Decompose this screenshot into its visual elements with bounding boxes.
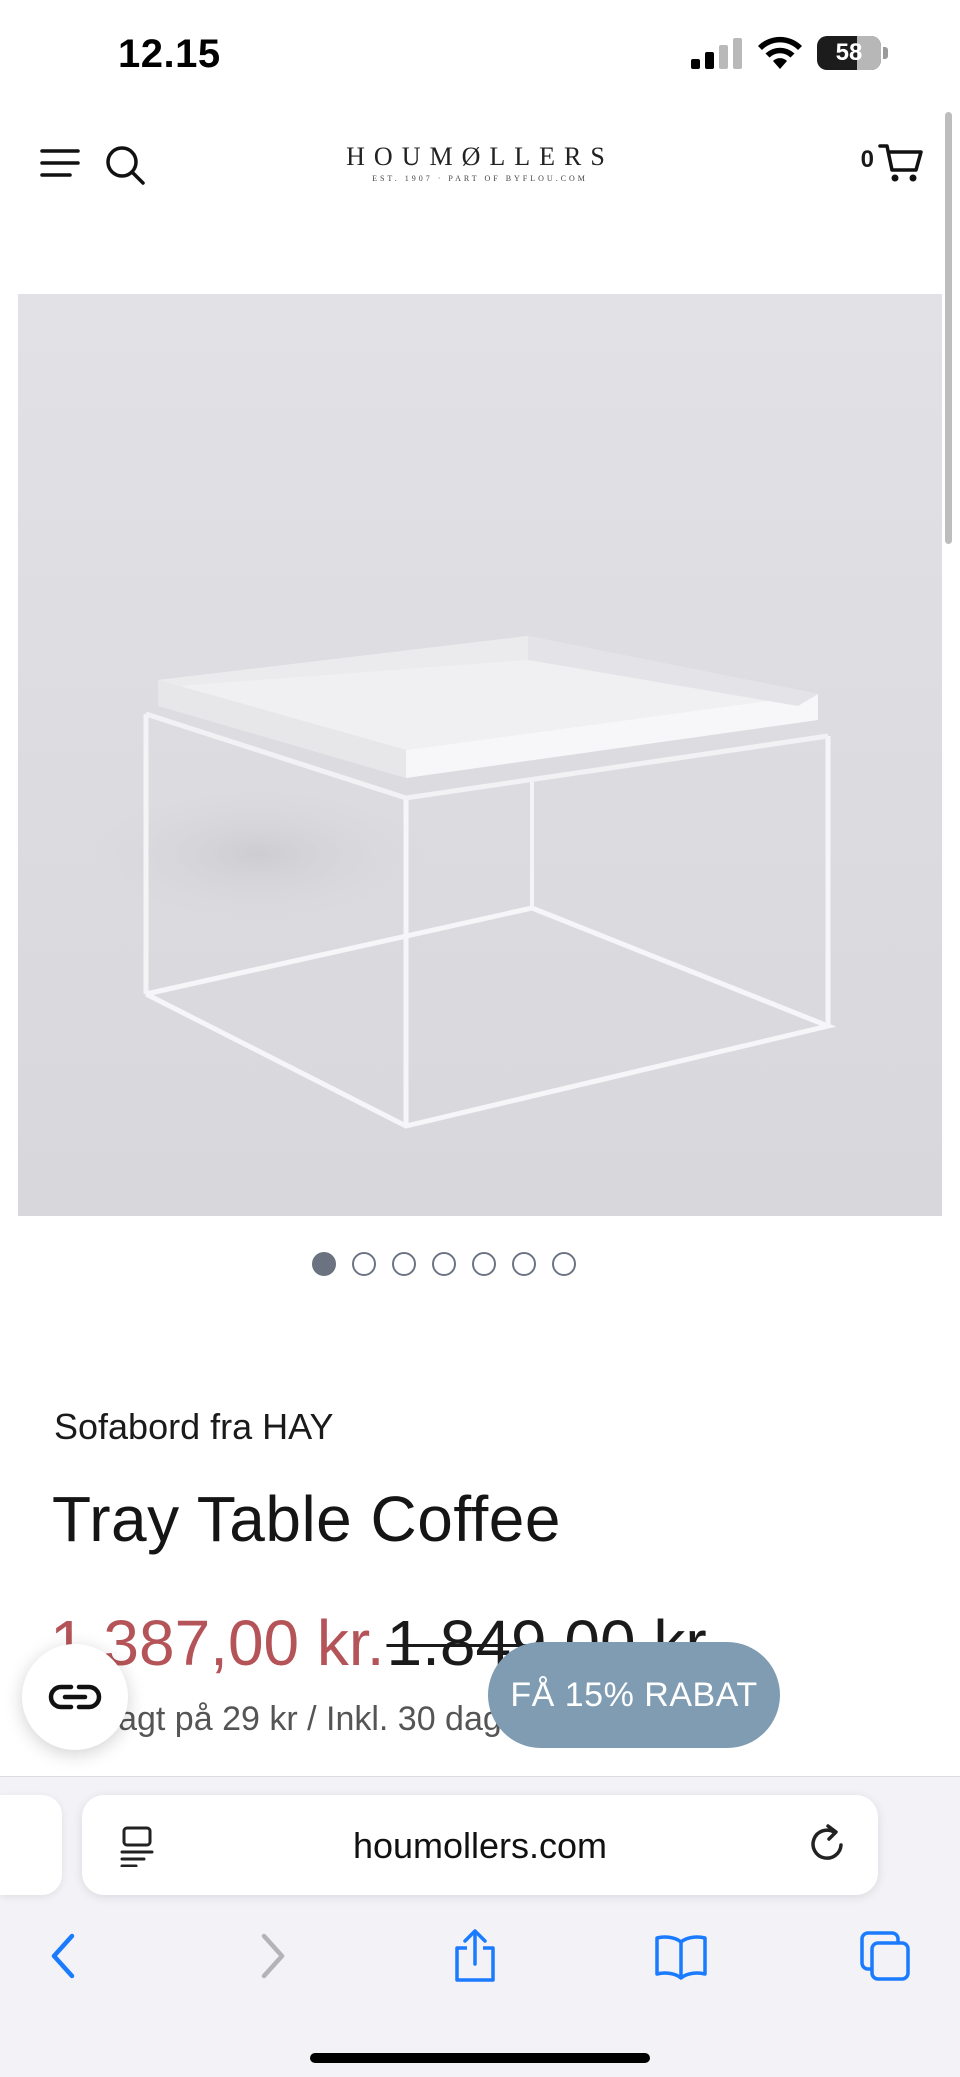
search-button[interactable] <box>104 144 148 188</box>
cart-icon <box>878 144 923 182</box>
product-title: Tray Table Coffee <box>52 1483 561 1555</box>
reload-icon[interactable] <box>808 1823 848 1865</box>
back-icon <box>51 1933 75 1979</box>
menu-icon <box>40 149 80 177</box>
logo-text: HOUMØLLERS <box>346 142 614 171</box>
tabs-icon <box>860 1931 910 1981</box>
page-scrollbar[interactable] <box>945 112 952 544</box>
menu-button[interactable] <box>40 146 84 186</box>
carousel-dot[interactable] <box>512 1252 536 1276</box>
carousel-dot[interactable] <box>312 1252 336 1276</box>
status-time: 12.15 <box>118 32 221 76</box>
cellular-signal-icon <box>691 38 742 69</box>
wifi-icon <box>758 36 802 69</box>
cart-button[interactable]: 0 <box>861 142 924 184</box>
discount-button[interactable]: FÅ 15% RABAT <box>488 1642 780 1748</box>
browser-toolbar <box>0 1921 960 2001</box>
battery-level: 58 <box>835 39 863 66</box>
carousel-dot[interactable] <box>472 1252 496 1276</box>
bookmarks-icon <box>655 1935 707 1980</box>
bookmarks-button[interactable] <box>646 1921 716 1991</box>
battery-icon: 58 <box>817 36 881 70</box>
carousel-dot[interactable] <box>432 1252 456 1276</box>
product-image[interactable] <box>18 294 942 1216</box>
battery-tip <box>883 47 888 59</box>
address-bar[interactable]: houmollers.com <box>82 1795 878 1895</box>
site-header: HOUMØLLERS EST. 1907 · PART OF BYFLOU.CO… <box>0 110 960 220</box>
share-button[interactable] <box>440 1921 510 1991</box>
forward-icon <box>261 1933 285 1979</box>
tabs-button[interactable] <box>850 1921 920 1991</box>
carousel-dots <box>0 1252 960 1276</box>
status-bar: 12.15 58 <box>0 0 960 110</box>
carousel-dot[interactable] <box>392 1252 416 1276</box>
previous-tab-card[interactable] <box>0 1795 62 1895</box>
search-icon <box>106 146 145 185</box>
link-icon <box>48 1684 102 1710</box>
carousel-dot[interactable] <box>552 1252 576 1276</box>
product-subtitle: Sofabord fra HAY <box>54 1406 334 1447</box>
url-text: houmollers.com <box>352 1825 608 1866</box>
browser-chrome: houmollers.com <box>0 1776 960 2077</box>
tray-table-illustration <box>88 636 837 1129</box>
status-icons: 58 <box>691 36 888 70</box>
back-button[interactable] <box>28 1921 98 1991</box>
cart-count: 0 <box>860 146 874 173</box>
carousel-dot[interactable] <box>352 1252 376 1276</box>
share-icon <box>455 1929 495 1982</box>
forward-button[interactable] <box>238 1921 308 1991</box>
home-indicator <box>310 2053 650 2063</box>
site-logo[interactable]: HOUMØLLERS EST. 1907 · PART OF BYFLOU.CO… <box>330 142 630 183</box>
logo-tagline: EST. 1907 · PART OF BYFLOU.COM <box>372 174 588 183</box>
floating-link-button[interactable] <box>22 1644 128 1750</box>
